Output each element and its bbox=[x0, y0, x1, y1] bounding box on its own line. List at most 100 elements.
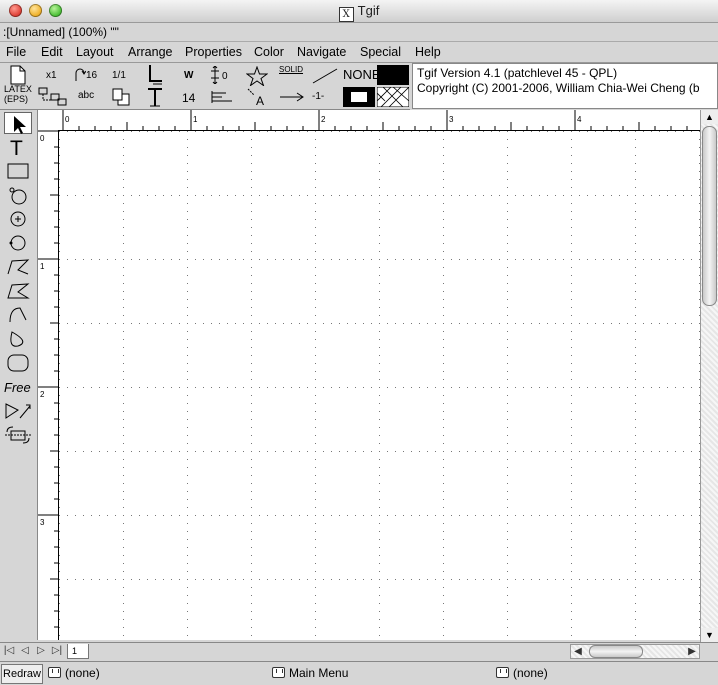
grid-dot bbox=[123, 403, 124, 404]
color-swatch[interactable] bbox=[377, 65, 409, 85]
line-dash-label[interactable]: -1- bbox=[312, 91, 324, 102]
grid-dot bbox=[315, 147, 316, 148]
grid-dot bbox=[347, 387, 348, 388]
menu-help[interactable]: Help bbox=[415, 45, 441, 59]
group-objects-icon[interactable] bbox=[38, 87, 68, 107]
grid-dot bbox=[251, 539, 252, 540]
text-justify-icon[interactable] bbox=[210, 90, 234, 104]
new-page-icon[interactable] bbox=[10, 65, 26, 85]
grid-dot bbox=[379, 291, 380, 292]
vertical-ruler[interactable]: 0 1 2 3 bbox=[38, 130, 59, 640]
line-type-icon[interactable] bbox=[312, 68, 338, 84]
page-tab[interactable]: 1 bbox=[67, 644, 89, 659]
select-tool[interactable] bbox=[4, 112, 32, 134]
horizontal-scrollbar[interactable]: ◀ ▶ bbox=[570, 644, 700, 659]
menu-edit[interactable]: Edit bbox=[41, 45, 63, 59]
polygon-tool[interactable] bbox=[4, 280, 32, 302]
zoom-label[interactable]: x1 bbox=[46, 70, 57, 81]
prev-page-icon[interactable]: ◁ bbox=[18, 644, 32, 658]
latex-label[interactable]: LATEX bbox=[4, 85, 32, 94]
grid-dot bbox=[147, 579, 148, 580]
oval-corner-tool[interactable] bbox=[4, 184, 32, 206]
grid-dot bbox=[291, 323, 292, 324]
text-spacing-icon[interactable] bbox=[208, 66, 222, 84]
rounded-box-tool[interactable] bbox=[4, 352, 32, 374]
grid-dot bbox=[571, 611, 572, 612]
grid-dot bbox=[635, 571, 636, 572]
line-width-label[interactable]: W bbox=[184, 70, 193, 81]
eps-label[interactable]: (EPS) bbox=[4, 95, 28, 104]
vertex-mode-tool[interactable] bbox=[4, 400, 32, 422]
last-page-icon[interactable]: ▷| bbox=[50, 644, 64, 658]
text-tool[interactable]: T bbox=[4, 136, 32, 160]
grid-dot bbox=[227, 195, 228, 196]
redraw-button[interactable]: Redraw bbox=[1, 664, 43, 684]
text-spacing-value[interactable]: 0 bbox=[222, 71, 228, 82]
fill-none-label[interactable]: NONE bbox=[343, 67, 381, 82]
next-page-icon[interactable]: ▷ bbox=[34, 644, 48, 658]
fill-pattern-icon[interactable] bbox=[377, 87, 409, 107]
line-style-label[interactable]: SOLID bbox=[279, 65, 303, 74]
star-icon[interactable] bbox=[246, 66, 268, 86]
menu-file[interactable]: File bbox=[6, 45, 26, 59]
drawing-canvas[interactable] bbox=[59, 131, 700, 640]
grid-dot bbox=[131, 323, 132, 324]
copy-page-icon[interactable] bbox=[112, 88, 130, 106]
grid-dot bbox=[371, 259, 372, 260]
grid-dot bbox=[163, 259, 164, 260]
grid-dot bbox=[691, 195, 692, 196]
horizontal-ruler[interactable]: 0 1 2 3 4 bbox=[58, 110, 700, 131]
grid-dot bbox=[379, 387, 380, 388]
grid-dot bbox=[59, 603, 60, 604]
grid-dot bbox=[635, 499, 636, 500]
grid-dot bbox=[123, 203, 124, 204]
horizontal-scroll-thumb[interactable] bbox=[589, 645, 643, 658]
scroll-left-arrow-icon[interactable]: ◀ bbox=[571, 645, 585, 659]
grid-dot bbox=[523, 323, 524, 324]
edit-text-icon[interactable]: A bbox=[246, 87, 270, 107]
grid-dot bbox=[315, 427, 316, 428]
oval-center-tool[interactable] bbox=[4, 208, 32, 230]
grid-dot bbox=[251, 499, 252, 500]
arc-tool[interactable] bbox=[4, 304, 32, 326]
grid-dot bbox=[187, 539, 188, 540]
menu-layout[interactable]: Layout bbox=[76, 45, 114, 59]
polyline-tool[interactable] bbox=[4, 256, 32, 278]
grid-dot bbox=[315, 155, 316, 156]
rounded-box-icon bbox=[7, 354, 29, 372]
ratio-label[interactable]: 1/1 bbox=[112, 70, 126, 81]
grid-dot bbox=[395, 195, 396, 196]
scroll-right-arrow-icon[interactable]: ▶ bbox=[685, 645, 699, 659]
rotate-icon[interactable] bbox=[72, 67, 86, 83]
vertical-scrollbar[interactable]: ▲ ▼ bbox=[700, 110, 718, 642]
rotate-mode-tool[interactable] bbox=[4, 424, 32, 446]
scroll-down-arrow-icon[interactable]: ▼ bbox=[701, 628, 718, 642]
grid-dot bbox=[251, 275, 252, 276]
first-page-icon[interactable]: |◁ bbox=[2, 644, 16, 658]
grid-dot bbox=[499, 451, 500, 452]
grid-dot bbox=[411, 515, 412, 516]
rectangle-tool[interactable] bbox=[4, 160, 32, 182]
vertical-scroll-thumb[interactable] bbox=[702, 126, 717, 306]
menu-navigate[interactable]: Navigate bbox=[297, 45, 346, 59]
menu-properties[interactable]: Properties bbox=[185, 45, 242, 59]
vertical-align-icon[interactable] bbox=[147, 87, 163, 107]
arrow-style-icon[interactable] bbox=[279, 91, 305, 103]
horizontal-align-icon[interactable] bbox=[147, 65, 163, 85]
font-size-value[interactable]: 14 bbox=[182, 91, 195, 105]
grid-dot bbox=[379, 219, 380, 220]
pen-pattern-icon[interactable] bbox=[343, 87, 375, 107]
oval-edge-tool[interactable] bbox=[4, 232, 32, 254]
menu-color[interactable]: Color bbox=[254, 45, 284, 59]
closed-spline-tool[interactable] bbox=[4, 328, 32, 350]
scroll-up-arrow-icon[interactable]: ▲ bbox=[701, 110, 718, 124]
grid-dot bbox=[571, 307, 572, 308]
freehand-tool[interactable]: Free bbox=[4, 376, 32, 398]
menu-special[interactable]: Special bbox=[360, 45, 401, 59]
grid-dot bbox=[227, 579, 228, 580]
grid-dot bbox=[307, 515, 308, 516]
menu-arrange[interactable]: Arrange bbox=[128, 45, 172, 59]
rotate-value[interactable]: 16 bbox=[86, 70, 97, 81]
text-abc-label[interactable]: abc bbox=[78, 90, 94, 101]
grid-dot bbox=[443, 459, 444, 460]
